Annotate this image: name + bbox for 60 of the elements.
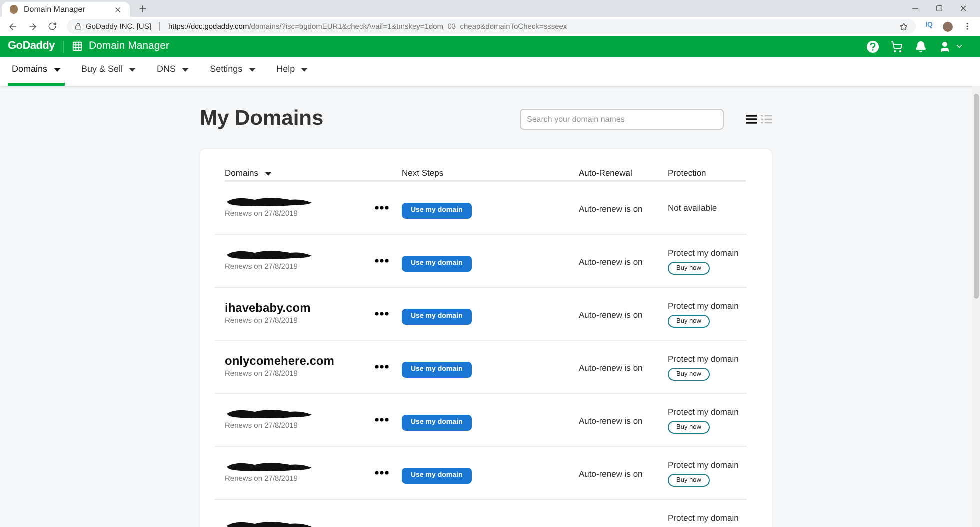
apps-grid-icon[interactable]	[72, 41, 83, 52]
caret-icon	[301, 68, 308, 72]
notification-bell-icon[interactable]	[915, 40, 927, 52]
favicon-icon	[10, 5, 18, 14]
protection-status: Protect my domain	[668, 246, 739, 260]
protection-status: Protect my domain	[668, 458, 739, 472]
protection-status: Protect my domain	[668, 352, 739, 366]
auto-renew-status: Auto-renew is on	[579, 363, 643, 373]
page-title: My Domains	[200, 106, 324, 132]
protection-status: Protect my domain	[668, 406, 739, 418]
auto-renew-status: Auto-renew is on	[579, 310, 643, 320]
caret-icon	[182, 68, 190, 72]
bookmark-star-icon[interactable]	[900, 22, 908, 30]
column-header: Auto-Renewal	[579, 167, 634, 180]
lock-icon	[75, 23, 82, 30]
back-icon[interactable]	[8, 22, 18, 32]
reload-icon[interactable]	[48, 22, 57, 31]
cart-icon[interactable]	[891, 40, 903, 52]
nav-menu[interactable]: DNS	[153, 57, 194, 86]
auto-renew-status: Auto-renew is on	[579, 204, 643, 214]
more-options-icon[interactable]	[375, 365, 389, 369]
scrollbar[interactable]	[972, 86, 980, 527]
caret-icon	[54, 68, 61, 72]
more-options-icon[interactable]	[375, 206, 389, 210]
nav-menu[interactable]: Domains	[8, 57, 65, 86]
nav-menu[interactable]: Settings	[206, 57, 260, 86]
restore-icon[interactable]	[936, 5, 943, 12]
caret-icon[interactable]	[955, 42, 964, 51]
more-options-icon[interactable]	[375, 471, 389, 475]
more-options-icon[interactable]	[375, 259, 389, 263]
nav-menu[interactable]: Help	[272, 57, 312, 86]
browser-tab[interactable]: Domain Manager	[2, 2, 130, 17]
column-header[interactable]: Domains	[225, 167, 402, 180]
domain-name[interactable]: ihavebaby.com	[225, 301, 375, 316]
new-tab-icon[interactable]	[138, 4, 148, 14]
protection-status: Not available	[668, 202, 718, 214]
more-options-icon[interactable]	[375, 418, 389, 422]
close-icon[interactable]	[114, 6, 122, 14]
protection-status: Protect my domain	[668, 300, 739, 312]
caret-icon	[264, 172, 272, 176]
column-header: Protection	[668, 167, 706, 180]
search-field[interactable]: Search your domain names	[520, 108, 724, 130]
caret-icon	[129, 68, 136, 72]
account-icon[interactable]	[939, 40, 951, 52]
caret-icon	[248, 68, 256, 72]
help-icon[interactable]	[867, 40, 879, 52]
auto-renew-status: Auto-renew is on	[579, 469, 643, 479]
column-header: Next Steps	[402, 167, 445, 180]
more-options-icon[interactable]	[375, 312, 389, 316]
tab-title: Domain Manager	[24, 4, 86, 16]
close-window-icon[interactable]	[959, 4, 968, 13]
domain-name[interactable]: onlycomehere.com	[225, 354, 375, 368]
auto-renew-status: Auto-renew is on	[579, 257, 643, 267]
protection-status: Protect my domain	[668, 512, 739, 525]
nav-menu[interactable]: Buy & Sell	[78, 57, 140, 86]
auto-renew-status: Auto-renew is on	[579, 416, 643, 426]
profile-avatar[interactable]	[943, 22, 953, 32]
list-view-icon[interactable]	[746, 114, 757, 124]
app-title: Domain Manager	[88, 38, 170, 54]
forward-icon[interactable]	[28, 22, 38, 32]
